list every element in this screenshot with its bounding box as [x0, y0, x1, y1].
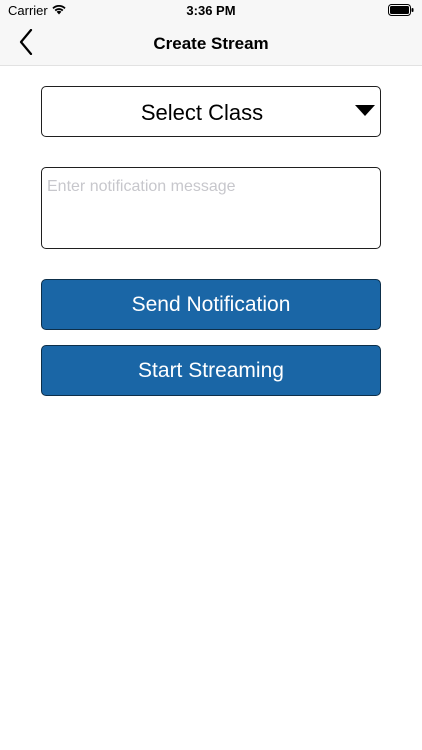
start-streaming-label: Start Streaming: [138, 358, 284, 382]
caret-down-icon: [355, 104, 375, 122]
select-class-label: Select Class: [140, 100, 264, 125]
page-title: Create Stream: [153, 34, 269, 53]
send-notification-button[interactable]: Send Notification: [41, 279, 381, 330]
status-bar: Carrier 3:36 PM: [0, 0, 422, 22]
send-notification-label: Send Notification: [131, 292, 291, 316]
battery-icon: [388, 4, 414, 19]
notification-message-input[interactable]: [41, 167, 381, 249]
navigation-bar: Create Stream: [0, 22, 422, 66]
select-class-dropdown[interactable]: Select Class: [41, 86, 381, 137]
start-streaming-button[interactable]: Start Streaming: [41, 345, 381, 396]
status-time: 3:36 PM: [186, 3, 236, 18]
